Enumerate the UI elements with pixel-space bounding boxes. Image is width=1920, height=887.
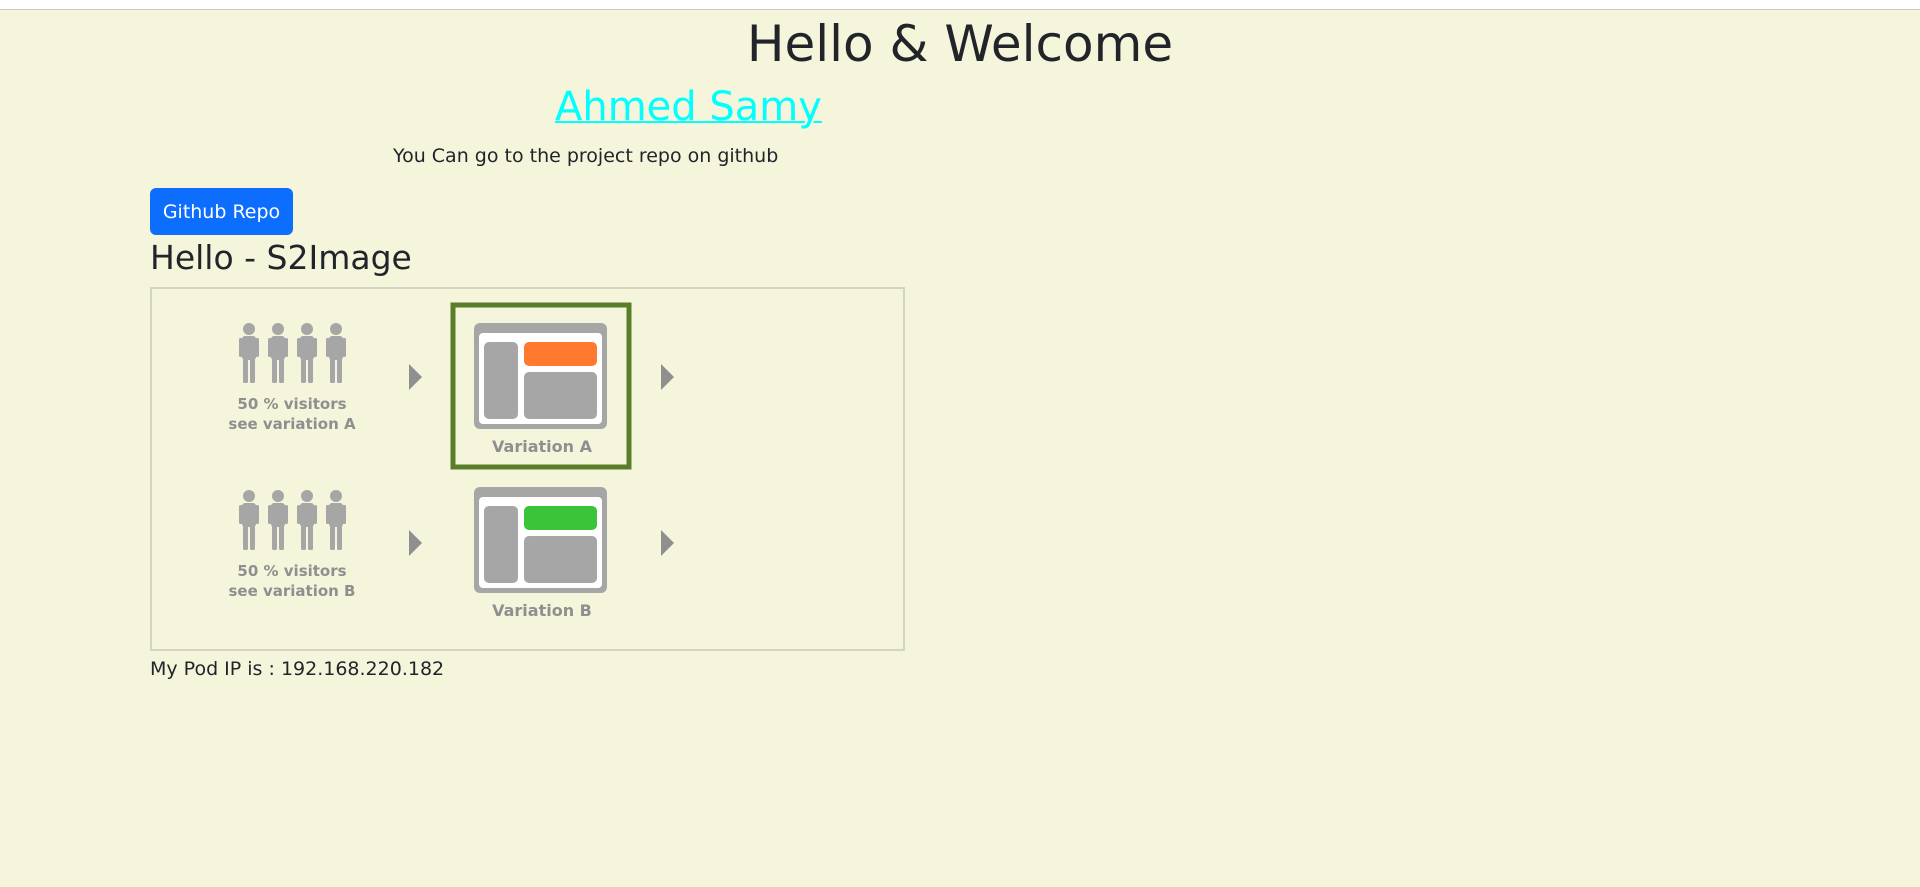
pod-ip-text: My Pod IP is : 192.168.220.182 [150,658,445,680]
visitors-group-b-icon [239,490,346,550]
visitors-b-caption-line2: see variation B [228,582,355,600]
arrow-right-icon [661,530,674,556]
variation-a-label: Variation A [492,437,593,456]
variation-b-label: Variation B [492,601,592,620]
arrow-right-icon [661,364,674,390]
visitors-group-a-icon [239,323,346,383]
visitors-a-caption-line2: see variation A [228,415,356,433]
ab-test-image: 50 % visitors see variation A Variation … [150,287,905,651]
author-link[interactable]: Ahmed Samy [555,80,822,134]
arrow-right-icon [409,364,422,390]
variation-a-page-icon [474,323,607,429]
arrow-right-icon [409,530,422,556]
page-title: Hello & Welcome [746,15,1174,73]
browser-top-strip [0,0,1920,10]
github-repo-button[interactable]: Github Repo [150,188,293,235]
repo-description: You Can go to the project repo on github [393,145,779,167]
variation-b-page-icon [474,487,607,593]
visitors-b-caption-line1: 50 % visitors [237,562,346,580]
section-title: Hello - S2Image [150,238,412,277]
visitors-a-caption-line1: 50 % visitors [237,395,346,413]
